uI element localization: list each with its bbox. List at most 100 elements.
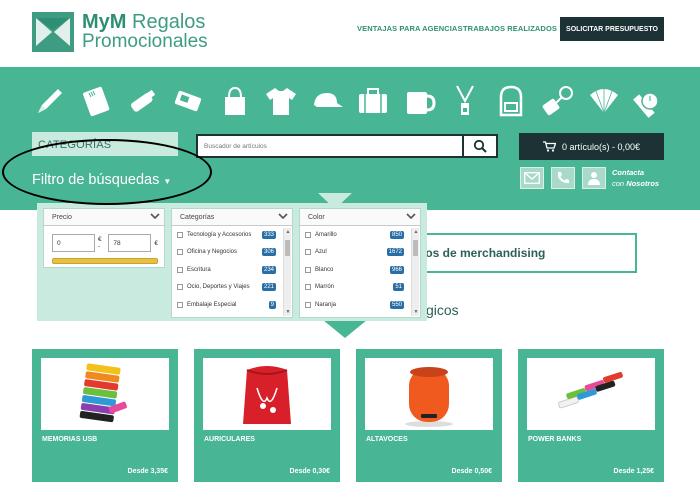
filter-title-label: Filtro de búsquedas bbox=[32, 172, 160, 188]
product-image bbox=[527, 358, 655, 430]
categoria-option[interactable]: Tecnología y Accesorios 333 bbox=[172, 226, 292, 244]
color-option[interactable]: Azul 1672 bbox=[300, 244, 420, 262]
checkbox[interactable] bbox=[177, 249, 183, 256]
count-badge: 1672 bbox=[386, 248, 404, 257]
user-button[interactable] bbox=[582, 167, 606, 189]
price-separator: € - bbox=[97, 236, 102, 250]
checkbox[interactable] bbox=[177, 231, 183, 238]
search-button[interactable] bbox=[462, 136, 496, 156]
count-badge: 9 bbox=[268, 300, 276, 309]
checkbox[interactable] bbox=[305, 266, 311, 273]
categorias-tab[interactable]: CATEGORÍAS bbox=[32, 132, 178, 156]
notebook-icon[interactable] bbox=[76, 81, 116, 121]
lanyard-icon[interactable] bbox=[445, 81, 485, 121]
scroll-up-icon[interactable]: ▲ bbox=[413, 229, 419, 235]
color-filter-header[interactable]: Color bbox=[300, 209, 420, 226]
solicitar-presupuesto-button[interactable]: SOLICITAR PRESUPUESTO bbox=[560, 17, 664, 41]
categoria-option[interactable]: Escritura 234 bbox=[172, 261, 292, 279]
color-scrollbar[interactable]: ▲ ▼ bbox=[411, 228, 419, 316]
count-badge: 550 bbox=[389, 300, 404, 309]
price-min-input[interactable]: 0 bbox=[52, 234, 95, 252]
count-badge: 333 bbox=[261, 230, 276, 239]
product-card-altavoces[interactable]: ALTAVOCES Desde 0,50€ bbox=[356, 349, 502, 482]
product-price: Desde 0,50€ bbox=[451, 468, 492, 475]
contact-line1: Contacta bbox=[612, 168, 645, 177]
merchandising-banner[interactable]: los de merchandising bbox=[414, 233, 637, 273]
filter-panel: Precio 0 € - 78 € Categorías Tecnología … bbox=[37, 203, 427, 321]
email-button[interactable] bbox=[520, 167, 544, 189]
option-label: Amarillo bbox=[315, 231, 337, 238]
cart-button[interactable]: 0 artículo(s) - 0,00€ bbox=[519, 133, 664, 160]
backpack-icon[interactable] bbox=[491, 81, 531, 121]
checkbox[interactable] bbox=[305, 249, 311, 256]
phone-button[interactable] bbox=[551, 167, 575, 189]
fan-icon[interactable] bbox=[584, 81, 624, 121]
product-card-auriculares[interactable]: AURICULARES Desde 0,30€ bbox=[194, 349, 340, 482]
scroll-up-icon[interactable]: ▲ bbox=[285, 229, 291, 235]
usb-icon[interactable] bbox=[122, 81, 162, 121]
count-badge: 966 bbox=[389, 265, 404, 274]
nav-trabajos-link[interactable]: TRABAJOS REALIZADOS bbox=[463, 24, 557, 33]
price-slider[interactable] bbox=[52, 258, 158, 264]
option-label: Oficina y Negocios bbox=[187, 249, 238, 256]
categorias-scrollbar[interactable]: ▲ ▼ bbox=[283, 228, 291, 316]
watch-icon[interactable] bbox=[630, 81, 670, 121]
color-option[interactable]: Amarillo 850 bbox=[300, 226, 420, 244]
count-badge: 850 bbox=[389, 230, 404, 239]
nav-agencias-link[interactable]: VENTAJAS PARA AGENCIAS bbox=[357, 24, 463, 33]
scroll-down-icon[interactable]: ▼ bbox=[285, 309, 291, 315]
cart-label: 0 artículo(s) - 0,00€ bbox=[561, 141, 641, 152]
contact-line2-bold: Nosotros bbox=[626, 179, 660, 188]
product-card-usb[interactable]: MEMORIAS USB Desde 3,35€ bbox=[32, 349, 178, 482]
product-grid: MEMORIAS USB Desde 3,35€ AURICULARES Des… bbox=[32, 349, 664, 482]
contact-link[interactable]: Contacta con Nosotros bbox=[612, 167, 659, 189]
count-badge: 221 bbox=[261, 283, 276, 292]
count-badge: 234 bbox=[261, 265, 276, 274]
price-max-input[interactable]: 78 bbox=[108, 234, 152, 252]
scroll-thumb[interactable] bbox=[413, 240, 418, 256]
categoria-option[interactable]: Embalaje Especial 9 bbox=[172, 296, 292, 314]
filter-toggle[interactable]: Filtro de búsquedas ▼ bbox=[32, 172, 171, 188]
bag-icon[interactable] bbox=[215, 81, 255, 121]
option-label: Ocio, Deportes y Viajes bbox=[187, 284, 250, 291]
product-image bbox=[203, 358, 331, 430]
cap-icon[interactable] bbox=[307, 81, 347, 121]
product-name: ALTAVOCES bbox=[366, 436, 408, 443]
product-price: Desde 1,25€ bbox=[613, 468, 654, 475]
suitcase-icon[interactable] bbox=[353, 81, 393, 121]
scroll-thumb[interactable] bbox=[285, 240, 290, 256]
brand-line2: Promocionales bbox=[82, 31, 208, 52]
checkbox[interactable] bbox=[305, 284, 311, 291]
pen-icon[interactable] bbox=[30, 81, 70, 121]
color-option[interactable]: Marrón 51 bbox=[300, 279, 420, 297]
tshirt-icon[interactable] bbox=[261, 81, 301, 121]
price-filter-header[interactable]: Precio bbox=[44, 209, 164, 226]
product-name: AURICULARES bbox=[204, 436, 255, 443]
logo[interactable]: MyM Regalos Promocionales bbox=[32, 12, 208, 52]
mug-icon[interactable] bbox=[399, 81, 439, 121]
checkbox[interactable] bbox=[305, 231, 311, 238]
checkbox[interactable] bbox=[305, 301, 311, 308]
scroll-down-icon[interactable]: ▼ bbox=[413, 309, 419, 315]
color-option[interactable]: Blanco 966 bbox=[300, 261, 420, 279]
product-card-powerbanks[interactable]: POWER BANKS Desde 1,25€ bbox=[518, 349, 664, 482]
option-label: Naranja bbox=[315, 301, 337, 308]
product-price: Desde 3,35€ bbox=[127, 468, 168, 475]
logo-text: MyM Regalos Promocionales bbox=[82, 12, 208, 52]
keychain-icon[interactable] bbox=[538, 81, 578, 121]
categorias-filter-header[interactable]: Categorías bbox=[172, 209, 292, 226]
categoria-option[interactable]: Ocio, Deportes y Viajes 221 bbox=[172, 279, 292, 297]
option-label: Blanco bbox=[315, 266, 334, 273]
search-input[interactable] bbox=[198, 136, 462, 156]
envelope-icon bbox=[524, 172, 540, 184]
powerbank-product-icon bbox=[558, 371, 623, 409]
categoria-option[interactable]: Oficina y Negocios 306 bbox=[172, 244, 292, 262]
hero-band: CATEGORÍAS 0 artículo(s) - 0,00€ Filtro … bbox=[0, 67, 700, 210]
checkbox[interactable] bbox=[177, 266, 183, 273]
search-bar bbox=[196, 134, 498, 158]
checkbox[interactable] bbox=[177, 284, 183, 291]
powerbank-icon[interactable] bbox=[168, 81, 208, 121]
checkbox[interactable] bbox=[177, 301, 183, 308]
color-option[interactable]: Naranja 550 bbox=[300, 296, 420, 314]
product-name: POWER BANKS bbox=[528, 436, 582, 443]
